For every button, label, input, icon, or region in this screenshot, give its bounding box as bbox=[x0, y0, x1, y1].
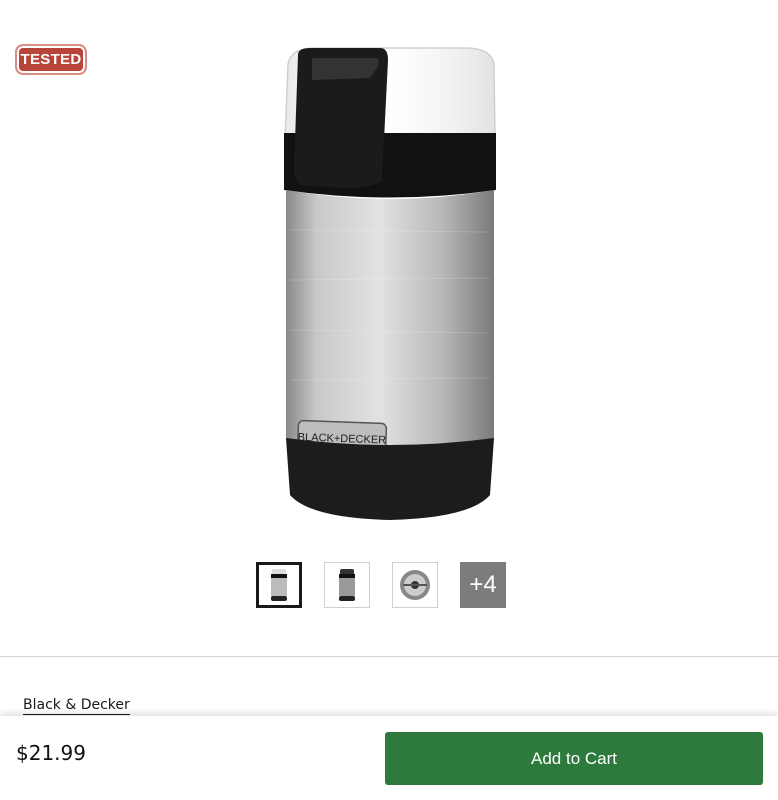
thumbnail-1[interactable] bbox=[256, 562, 302, 608]
image-thumbnails: +4 bbox=[256, 562, 506, 608]
grinder-thumb-icon bbox=[339, 569, 355, 601]
thumbnail-2[interactable] bbox=[324, 562, 370, 608]
product-price: $21.99 bbox=[16, 741, 86, 765]
grinder-top-view-icon bbox=[400, 570, 430, 600]
tested-badge: TESTED bbox=[15, 44, 87, 75]
brand-link[interactable]: Black & Decker bbox=[23, 697, 130, 715]
thumbnail-3[interactable] bbox=[392, 562, 438, 608]
thumbnail-more[interactable]: +4 bbox=[460, 562, 506, 608]
section-divider bbox=[0, 656, 778, 657]
grinder-thumb-icon bbox=[271, 569, 287, 601]
product-image[interactable]: BLACK+DECKER bbox=[270, 40, 505, 525]
add-to-cart-button[interactable]: Add to Cart bbox=[385, 732, 763, 785]
more-images-count: +4 bbox=[469, 571, 497, 598]
